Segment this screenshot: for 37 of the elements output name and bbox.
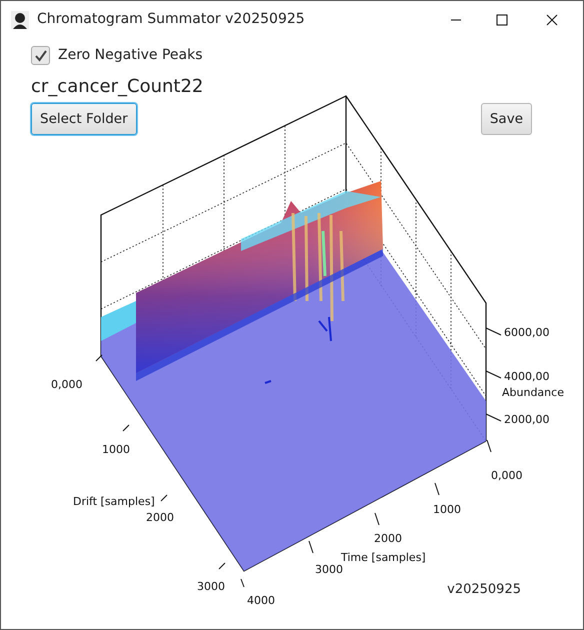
checkbox-label: Zero Negative Peaks <box>58 46 202 65</box>
tick-label: 2000 <box>146 511 174 524</box>
tick-mark <box>374 512 380 526</box>
tick-label: 2000,00 <box>504 413 550 426</box>
app-icon <box>11 10 29 28</box>
tick-label: 0,000 <box>51 378 82 391</box>
axis-title: Abundance <box>502 386 564 399</box>
tick-label: 0,000 <box>491 469 522 482</box>
tick-mark <box>486 328 502 336</box>
tick-mark <box>160 494 168 502</box>
tick-label: 1000 <box>433 503 461 516</box>
save-button[interactable]: Save <box>480 103 532 136</box>
tick-mark <box>96 354 102 362</box>
tick-label: 3000 <box>197 580 225 593</box>
maximize-icon <box>496 14 508 26</box>
tick-label: 1000 <box>102 443 130 456</box>
tick-label: 4000,00 <box>504 370 550 383</box>
tick-mark <box>240 578 244 588</box>
axis-title: Drift [samples] <box>73 495 155 508</box>
dataset-name: cr_cancer_Count22 <box>31 75 204 99</box>
axis-title: Time [samples] <box>341 551 426 564</box>
window-title: Chromatogram Summator v20250925 <box>37 10 305 29</box>
tick-label: 3000 <box>315 563 343 576</box>
tick-label: 4000 <box>247 594 275 607</box>
version-label: v20250925 <box>447 580 521 598</box>
tick-mark <box>434 482 440 496</box>
tick-mark <box>486 414 502 422</box>
tick-mark <box>308 540 314 554</box>
checkbox[interactable] <box>31 46 50 65</box>
tick-mark <box>486 370 502 378</box>
tick-mark <box>486 440 492 452</box>
tick-mark <box>218 562 226 570</box>
tick-label: 2000 <box>374 532 402 545</box>
tick-mark <box>122 424 130 432</box>
select-folder-button[interactable]: Select Folder <box>31 103 137 136</box>
close-icon <box>546 14 558 26</box>
tick-label: 6000,00 <box>504 326 550 339</box>
